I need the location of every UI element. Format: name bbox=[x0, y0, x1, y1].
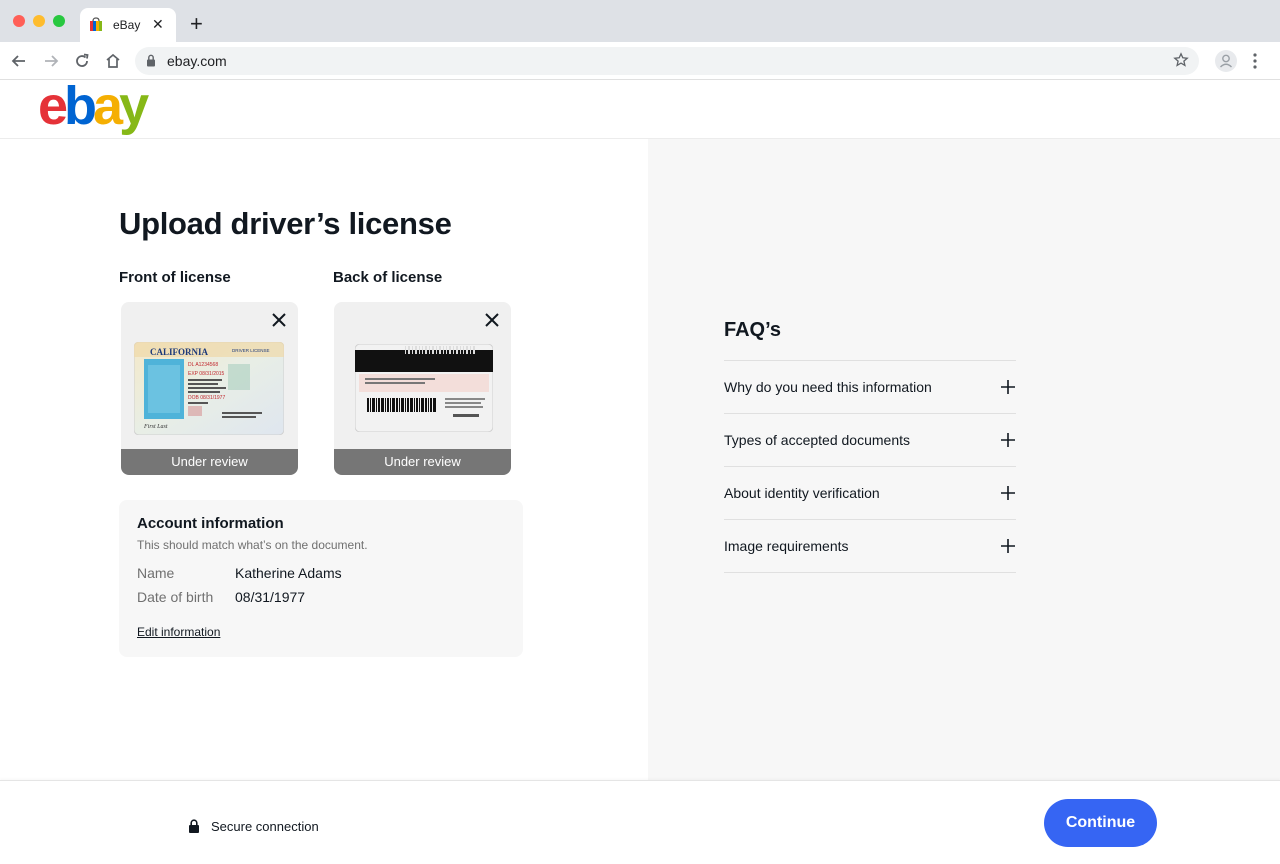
plus-icon[interactable] bbox=[1001, 380, 1015, 394]
faq-item[interactable]: Image requirements bbox=[724, 520, 1016, 573]
faq-item-label: Why do you need this information bbox=[724, 379, 932, 395]
account-info-subtitle: This should match what’s on the document… bbox=[137, 538, 368, 552]
reload-icon[interactable] bbox=[72, 51, 92, 71]
svg-text:EXP 08/31/2015: EXP 08/31/2015 bbox=[188, 371, 225, 377]
back-license-label: Back of license bbox=[333, 269, 443, 286]
ebay-favicon-icon bbox=[90, 17, 102, 31]
edit-information-link[interactable]: Edit information bbox=[137, 625, 220, 639]
back-status-badge: Under review bbox=[334, 449, 511, 475]
browser-toolbar: ebay.com bbox=[0, 42, 1280, 80]
window-maximize-button[interactable] bbox=[53, 15, 65, 27]
tab-title: eBay bbox=[113, 18, 141, 32]
front-status-badge: Under review bbox=[121, 449, 298, 475]
main-content: Upload driver’s license Front of license… bbox=[0, 139, 1280, 780]
address-bar[interactable]: ebay.com bbox=[135, 47, 1199, 75]
star-icon[interactable] bbox=[1173, 52, 1189, 68]
account-information-panel: Account information This should match wh… bbox=[119, 500, 523, 657]
name-label: Name bbox=[137, 565, 175, 581]
plus-icon[interactable] bbox=[1001, 486, 1015, 500]
browser-tabstrip: eBay ✕ + bbox=[0, 0, 1280, 42]
window-minimize-button[interactable] bbox=[33, 15, 45, 27]
faq-item-label: About identity verification bbox=[724, 485, 880, 501]
page-footer: Secure connection Continue bbox=[0, 780, 1280, 864]
browser-tab[interactable]: eBay ✕ bbox=[80, 8, 176, 42]
faq-list: Why do you need this information Types o… bbox=[724, 360, 1016, 573]
svg-text:DRIVER LICENSE: DRIVER LICENSE bbox=[232, 348, 270, 353]
front-license-image: CALIFORNIA DRIVER LICENSE DL A1234568 EX… bbox=[134, 342, 284, 435]
name-value: Katherine Adams bbox=[235, 565, 342, 581]
front-license-label: Front of license bbox=[119, 269, 231, 286]
url-text[interactable]: ebay.com bbox=[167, 53, 227, 69]
faq-item[interactable]: About identity verification bbox=[724, 467, 1016, 520]
tab-close-icon[interactable]: ✕ bbox=[152, 16, 164, 32]
svg-text:DOB 08/31/1977: DOB 08/31/1977 bbox=[188, 395, 225, 401]
faq-item[interactable]: Why do you need this information bbox=[724, 361, 1016, 414]
svg-text:CALIFORNIA: CALIFORNIA bbox=[150, 347, 209, 357]
account-info-title: Account information bbox=[137, 515, 284, 532]
profile-icon[interactable] bbox=[1215, 50, 1237, 72]
back-license-card: Under review bbox=[334, 302, 511, 475]
continue-button[interactable]: Continue bbox=[1044, 799, 1157, 847]
back-license-image bbox=[355, 344, 493, 432]
plus-icon[interactable] bbox=[1001, 539, 1015, 553]
svg-text:First Last: First Last bbox=[143, 424, 168, 430]
dob-label: Date of birth bbox=[137, 589, 214, 605]
faq-title: FAQ’s bbox=[724, 319, 782, 341]
home-icon[interactable] bbox=[103, 51, 123, 71]
forward-icon[interactable] bbox=[41, 51, 61, 71]
menu-icon[interactable] bbox=[1252, 52, 1258, 70]
faq-item-label: Image requirements bbox=[724, 538, 849, 554]
faq-item[interactable]: Types of accepted documents bbox=[724, 414, 1016, 467]
plus-icon[interactable] bbox=[1001, 433, 1015, 447]
site-header: ebay bbox=[0, 76, 1280, 139]
back-icon[interactable] bbox=[9, 51, 29, 71]
lock-icon bbox=[189, 819, 199, 833]
ebay-logo[interactable]: ebay bbox=[38, 76, 149, 136]
remove-front-close-icon[interactable] bbox=[270, 311, 288, 329]
remove-back-close-icon[interactable] bbox=[483, 311, 501, 329]
faq-panel: FAQ’s Why do you need this information T… bbox=[648, 139, 1280, 780]
new-tab-icon[interactable]: + bbox=[190, 13, 203, 35]
svg-text:DL A1234568: DL A1234568 bbox=[188, 362, 218, 368]
secure-connection-text: Secure connection bbox=[211, 819, 319, 834]
front-license-card: CALIFORNIA DRIVER LICENSE DL A1234568 EX… bbox=[121, 302, 298, 475]
lock-icon bbox=[147, 54, 155, 67]
window-close-button[interactable] bbox=[13, 15, 25, 27]
page-title: Upload driver’s license bbox=[119, 206, 452, 241]
dob-value: 08/31/1977 bbox=[235, 589, 306, 605]
faq-item-label: Types of accepted documents bbox=[724, 432, 910, 448]
